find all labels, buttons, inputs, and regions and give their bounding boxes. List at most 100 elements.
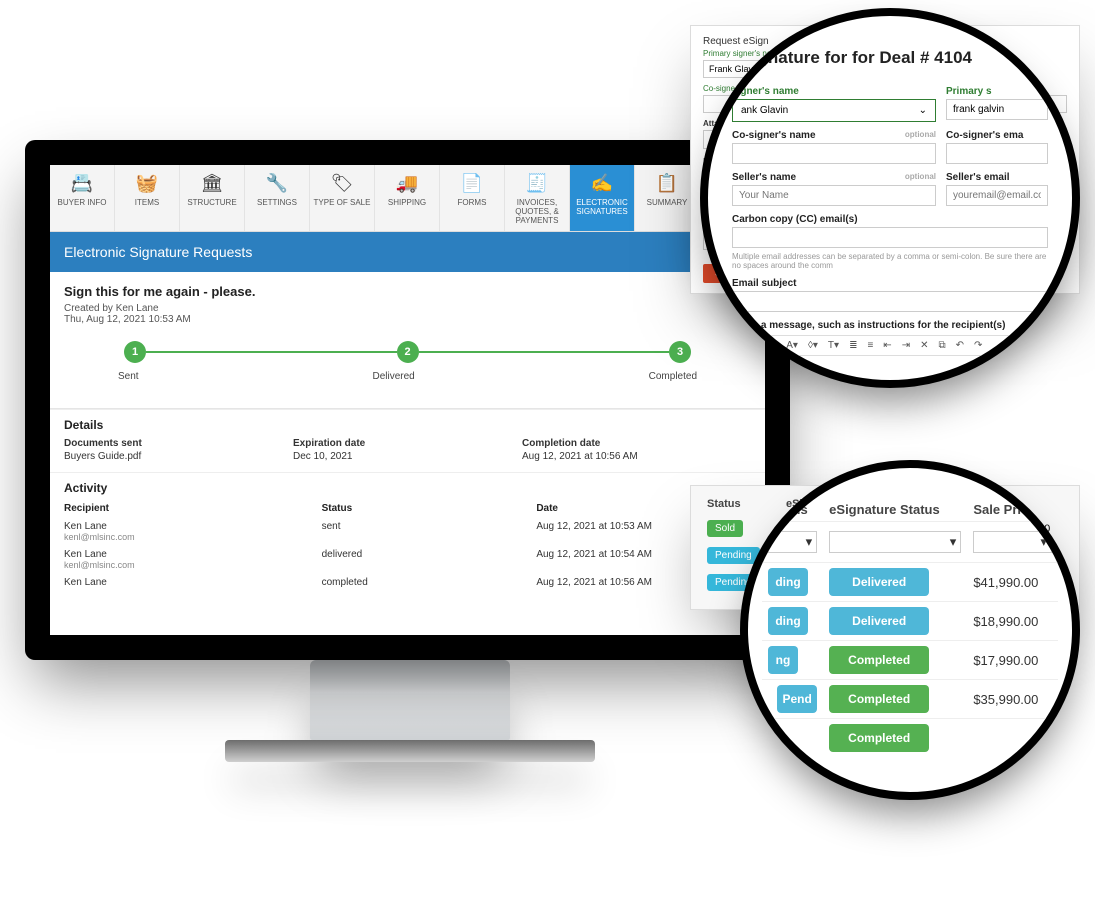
tab-type-of-sale[interactable]: 🏷TYPE OF SALE	[310, 165, 375, 231]
primary-signer-select[interactable]: ank Glavin⌄	[732, 99, 936, 122]
magnifier-table: Status eSignature Status Sale Price ▾ ▾ …	[740, 460, 1080, 800]
signature-icon: ✍	[572, 173, 632, 194]
primary-email-input[interactable]	[946, 99, 1048, 120]
recipient-email: kenl@mlsinc.com	[64, 560, 135, 570]
status-value: sent	[322, 521, 537, 543]
highlight-icon[interactable]: ◊▾	[805, 339, 821, 352]
progress-steps: 1 2 3	[64, 325, 751, 367]
documents-sent-value: Buyers Guide.pdf	[64, 451, 293, 462]
status-badge: ng	[768, 646, 798, 674]
esig-badge: Completed	[829, 724, 929, 752]
tab-items[interactable]: 🧺ITEMS	[115, 165, 180, 231]
register-icon: 🏷	[312, 173, 372, 194]
recipient-name: Ken Lane	[64, 549, 107, 560]
primary-email-label: Primary s	[946, 86, 1048, 97]
seller-email-input[interactable]	[946, 185, 1048, 206]
tab-label: BUYER INFO	[58, 198, 107, 207]
tab-label: ITEMS	[135, 198, 159, 207]
price-cell: $41,990.00	[967, 563, 1058, 602]
step-labels: Sent Delivered Completed	[64, 367, 751, 396]
request-date: Thu, Aug 12, 2021 10:53 AM	[64, 314, 751, 325]
copy-icon[interactable]: ⧉	[935, 339, 948, 352]
expiration-date-value: Dec 10, 2021	[293, 451, 522, 462]
document-icon: 📄	[442, 173, 502, 194]
details-grid: Documents sentBuyers Guide.pdf Expiratio…	[50, 436, 765, 472]
filter-input[interactable]: ▾	[973, 531, 1052, 553]
activity-row: Ken Lane completed Aug 12, 2021 at 10:56…	[50, 574, 765, 591]
step-line	[146, 351, 397, 353]
cc-input[interactable]	[732, 227, 1048, 248]
details-heading: Details	[50, 409, 765, 436]
bold-icon[interactable]: B	[736, 339, 749, 352]
email-subject-input[interactable]	[732, 291, 1048, 312]
indent-icon[interactable]: ⇥	[899, 339, 913, 352]
tab-invoices[interactable]: 🧾INVOICES, QUOTES, & PAYMENTS	[505, 165, 570, 231]
italic-icon[interactable]: I	[753, 339, 762, 352]
tab-label: FORMS	[458, 198, 487, 207]
bank-icon: 🏛	[182, 173, 242, 194]
tab-label: SETTINGS	[257, 198, 297, 207]
filter-icon: ▾	[806, 534, 813, 550]
recipient-email: kenl@mlsinc.com	[64, 532, 135, 542]
step-label-delivered: Delivered	[372, 371, 414, 382]
app-screen: 📇BUYER INFO 🧺ITEMS 🏛STRUCTURE 🔧SETTINGS …	[50, 165, 765, 635]
filter-input[interactable]: ▾	[768, 531, 817, 553]
esig-badge: Delivered	[829, 607, 929, 635]
font-color-icon[interactable]: A▾	[783, 339, 801, 352]
cosigner-name-label: Co-signer's nameoptional	[732, 130, 936, 141]
recipient-name: Ken Lane	[64, 577, 107, 588]
documents-sent-label: Documents sent	[64, 438, 293, 449]
tab-settings[interactable]: 🔧 SETTINGS	[245, 165, 310, 231]
page-title-bar: Electronic Signature Requests	[50, 232, 765, 272]
seller-name-input[interactable]	[732, 185, 936, 206]
col-esig-status[interactable]: eSignature Status	[823, 498, 967, 522]
activity-columns: Recipient Status Date	[50, 499, 765, 518]
recipient-name: Ken Lane	[64, 521, 107, 532]
message-label: clude a message, such as instructions fo…	[732, 320, 1048, 331]
step-line	[419, 351, 670, 353]
esig-badge: Completed	[829, 646, 929, 674]
monitor-foot	[225, 740, 595, 762]
cosigner-name-input[interactable]	[732, 143, 936, 164]
tab-shipping[interactable]: 🚚SHIPPING	[375, 165, 440, 231]
undo-icon[interactable]: ↶	[953, 339, 967, 352]
tab-forms[interactable]: 📄 FORMS	[440, 165, 505, 231]
seller-email-label: Seller's email	[946, 172, 1048, 183]
tab-structure[interactable]: 🏛STRUCTURE	[180, 165, 245, 231]
col-sale-price[interactable]: Sale Price	[967, 498, 1058, 522]
filter-icon: ▾	[1040, 534, 1047, 550]
list-ul-icon[interactable]: ≣	[846, 339, 860, 352]
request-creator: Created by Ken Lane	[64, 303, 751, 314]
activity-heading: Activity	[50, 472, 765, 499]
id-card-icon: 📇	[52, 173, 112, 194]
monitor-stand	[310, 660, 510, 740]
underline-icon[interactable]: U	[766, 339, 779, 352]
step-label-completed: Completed	[649, 371, 697, 382]
request-summary-card: Sign this for me again - please. Created…	[50, 272, 765, 409]
esig-badge: Delivered	[829, 568, 929, 596]
status-badge: ding	[768, 607, 808, 635]
price-cell: $17,990.00	[967, 641, 1058, 680]
col-status[interactable]: Status	[762, 498, 823, 522]
tab-label: SUMMARY	[647, 198, 688, 207]
table-row: ding Delivered $41,990.00	[762, 563, 1058, 602]
tab-buyer-info[interactable]: 📇 BUYER INFO	[50, 165, 115, 231]
clear-icon[interactable]: ✕	[917, 339, 931, 352]
table-row: ding Delivered $18,990.00	[762, 602, 1058, 641]
filter-input[interactable]: ▾	[829, 531, 961, 553]
table-row: Pend Completed $35,990.00	[762, 680, 1058, 719]
step-completed-dot: 3	[669, 341, 691, 363]
heading-icon[interactable]: T▾	[825, 339, 842, 352]
outdent-icon[interactable]: ⇤	[880, 339, 894, 352]
cosigner-email-label: Co-signer's ema	[946, 130, 1048, 141]
completion-date-label: Completion date	[522, 438, 751, 449]
list-ol-icon[interactable]: ≡	[864, 339, 876, 352]
cc-hint: Multiple email addresses can be separate…	[732, 252, 1048, 270]
tab-electronic-signatures[interactable]: ✍ELECTRONIC SIGNATURES	[570, 165, 635, 231]
cosigner-email-input[interactable]	[946, 143, 1048, 164]
request-title: Sign this for me again - please.	[64, 284, 751, 299]
redo-icon[interactable]: ↷	[971, 339, 985, 352]
wrench-icon: 🔧	[247, 173, 307, 194]
monitor-frame: 📇BUYER INFO 🧺ITEMS 🏛STRUCTURE 🔧SETTINGS …	[25, 140, 790, 660]
rich-text-toolbar[interactable]: B I U A▾ ◊▾ T▾ ≣ ≡ ⇤ ⇥ ✕ ⧉ ↶ ↷	[732, 335, 1048, 356]
